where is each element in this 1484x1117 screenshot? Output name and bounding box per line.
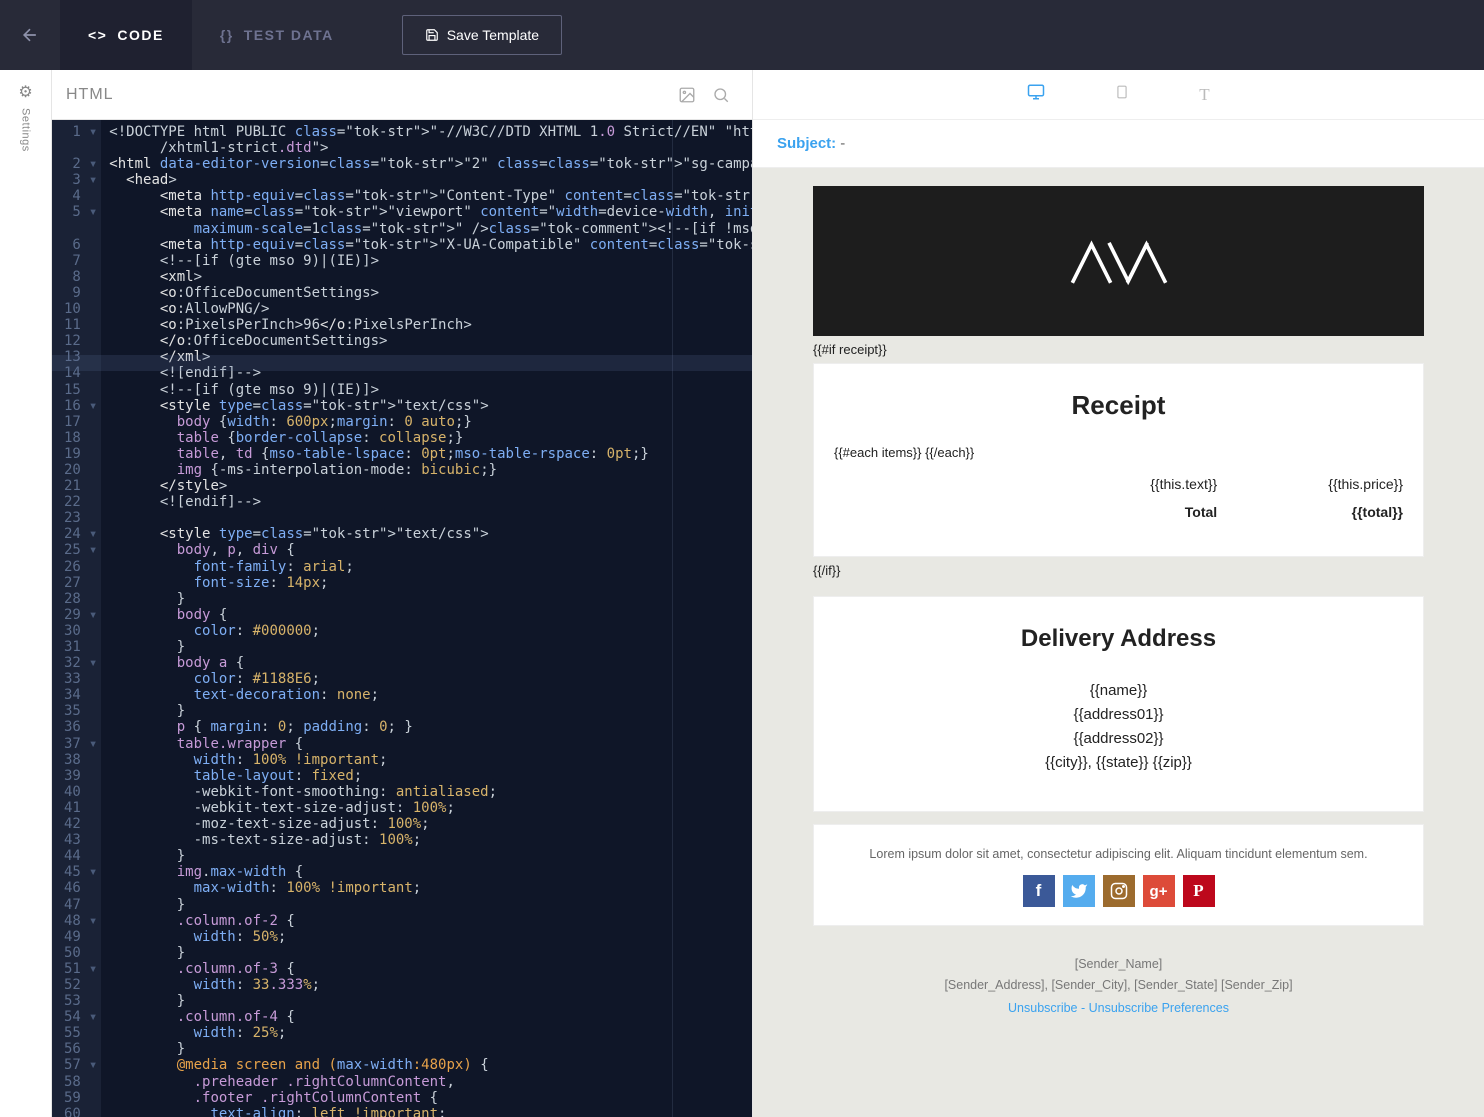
save-icon <box>425 28 439 42</box>
item-row: {{this.text}} {{this.price}} <box>834 470 1403 498</box>
code-editor[interactable]: 1 2 3 4 5 6 7 8 9 10 11 12 13 14 15 16 1… <box>52 120 752 1117</box>
tab-code[interactable]: <> CODE <box>60 0 192 70</box>
hb-each-items: {{#each items}} {{/each}} <box>834 445 1403 470</box>
fold-gutter: ▾ ▾ ▾ ▾ ▾ ▾ ▾ ▾ ▾ ▾ ▾ ▾ ▾ ▾ ▾ <box>89 120 101 1117</box>
addr-csz: {{city}}, {{state}} {{zip}} <box>834 751 1403 775</box>
tab-test-data[interactable]: {} TEST DATA <box>192 0 362 70</box>
twitter-icon[interactable] <box>1063 875 1095 907</box>
instagram-icon[interactable] <box>1103 875 1135 907</box>
addr-name: {{name}} <box>834 679 1403 703</box>
subject-row: Subject: - <box>753 120 1484 168</box>
googleplus-icon[interactable]: g+ <box>1143 875 1175 907</box>
subject-value: - <box>840 135 845 152</box>
total-label: Total <box>1043 504 1307 520</box>
settings-rail[interactable]: ⚙ Settings <box>0 70 52 1117</box>
subject-label: Subject: <box>777 135 836 152</box>
editor-title: HTML <box>66 86 670 104</box>
email-preview: {{#if receipt}} Receipt {{#each items}} … <box>813 186 1424 1015</box>
item-price: {{this.price}} <box>1307 476 1403 492</box>
search-icon[interactable] <box>704 78 738 112</box>
sender-address-line: [Sender_Address], [Sender_City], [Sender… <box>813 975 1424 996</box>
addr-line1: {{address01}} <box>834 703 1403 727</box>
arrow-left-icon <box>20 25 40 45</box>
image-icon[interactable] <box>670 78 704 112</box>
hb-if-receipt: {{#if receipt}} <box>813 336 1424 363</box>
receipt-block: Receipt {{#each items}} {{/each}} {{this… <box>813 363 1424 557</box>
delivery-block: Delivery Address {{name}} {{address01}} … <box>813 596 1424 812</box>
save-template-button[interactable]: Save Template <box>402 15 562 55</box>
editor-panel: HTML 1 2 3 4 5 6 7 8 9 10 11 12 13 14 15… <box>52 70 752 1117</box>
total-row: Total {{total}} <box>834 498 1403 526</box>
gear-icon: ⚙ <box>18 82 32 102</box>
back-button[interactable] <box>0 0 60 70</box>
footer-lorem: Lorem ipsum dolor sit amet, consectetur … <box>834 847 1403 861</box>
pinterest-icon[interactable]: P <box>1183 875 1215 907</box>
item-text: {{this.text}} <box>1043 476 1307 492</box>
top-bar: <> CODE {} TEST DATA Save Template <box>0 0 1484 70</box>
line-gutter: 1 2 3 4 5 6 7 8 9 10 11 12 13 14 15 16 1… <box>52 120 89 1117</box>
delivery-title: Delivery Address <box>834 625 1403 653</box>
addr-line2: {{address02}} <box>834 727 1403 751</box>
save-template-label: Save Template <box>447 27 539 43</box>
unsubscribe-row: Unsubscribe - Unsubscribe Preferences <box>813 1001 1424 1015</box>
editor-header: HTML <box>52 70 752 120</box>
sender-name: [Sender_Name] <box>813 954 1424 975</box>
hero-logo-block <box>813 186 1424 336</box>
mobile-icon[interactable] <box>1115 83 1129 106</box>
tab-code-label: CODE <box>117 27 163 43</box>
settings-label: Settings <box>20 108 32 152</box>
sender-block: [Sender_Name] [Sender_Address], [Sender_… <box>813 954 1424 997</box>
text-icon[interactable]: T <box>1199 85 1209 105</box>
tab-test-data-label: TEST DATA <box>244 27 334 43</box>
preview-panel: T Subject: - {{#if receipt}} Receipt {{#… <box>752 70 1484 1117</box>
code-icon: <> <box>88 27 107 43</box>
logo-icon <box>1064 231 1174 291</box>
unsubscribe-link[interactable]: Unsubscribe - Unsubscribe Preferences <box>1008 1001 1229 1015</box>
braces-icon: {} <box>220 27 234 43</box>
facebook-icon[interactable]: f <box>1023 875 1055 907</box>
main: ⚙ Settings HTML 1 2 3 4 5 6 7 8 9 10 11 … <box>0 70 1484 1117</box>
social-icons: f g+ P <box>834 875 1403 907</box>
hb-endif: {{/if}} <box>813 557 1424 584</box>
preview-viewport[interactable]: {{#if receipt}} Receipt {{#each items}} … <box>753 168 1484 1117</box>
desktop-icon[interactable] <box>1027 83 1045 106</box>
preview-device-tabs: T <box>753 70 1484 120</box>
receipt-title: Receipt <box>834 390 1403 421</box>
footer-block: Lorem ipsum dolor sit amet, consectetur … <box>813 824 1424 926</box>
total-value: {{total}} <box>1307 504 1403 520</box>
code-text[interactable]: <!DOCTYPE html PUBLIC class="tok-str">"-… <box>101 120 752 1117</box>
delivery-address: {{name}} {{address01}} {{address02}} {{c… <box>834 679 1403 775</box>
